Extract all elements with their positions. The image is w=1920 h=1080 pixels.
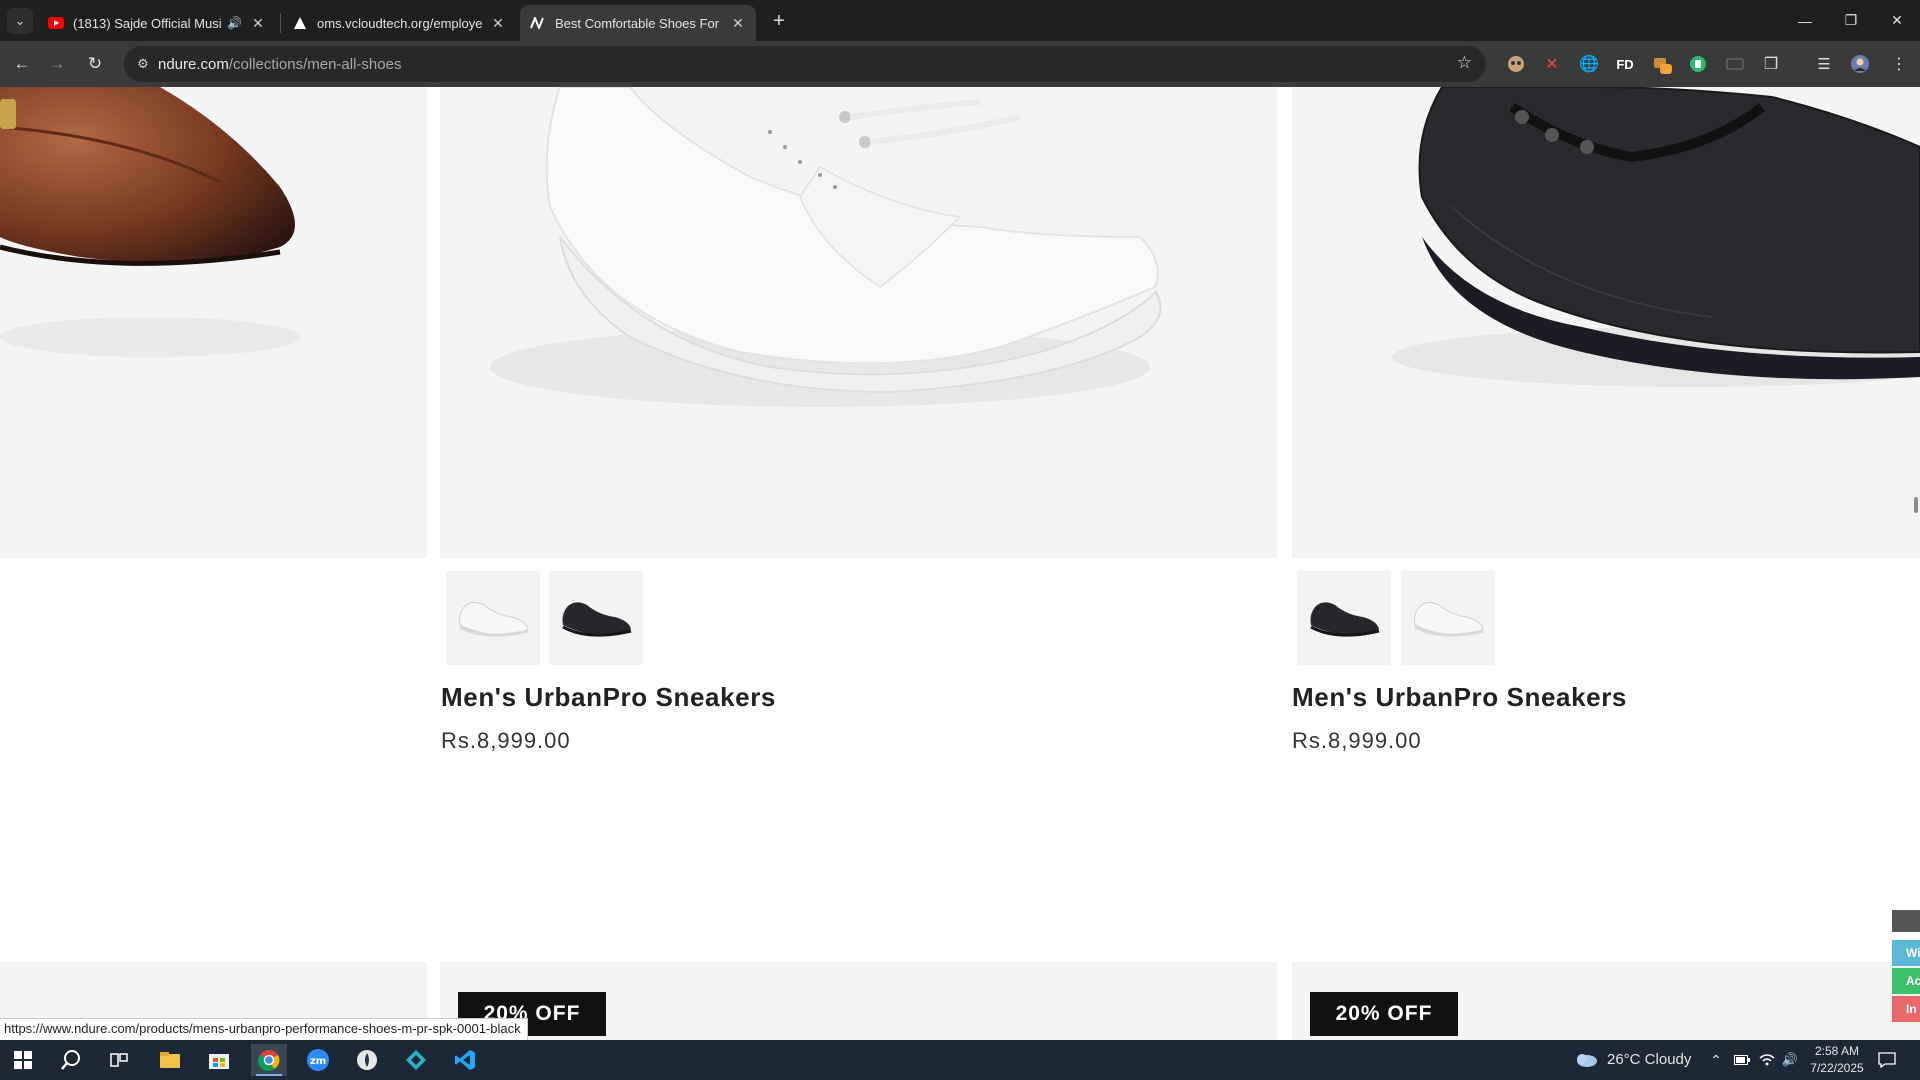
tab-search-button[interactable]: ⌄: [7, 8, 33, 34]
battery-icon[interactable]: [1729, 1044, 1755, 1076]
side-widget-wi[interactable]: Wi: [1892, 940, 1920, 966]
store-icon[interactable]: [201, 1044, 237, 1076]
tab-oms[interactable]: oms.vcloudtech.org/employee ✕: [282, 5, 516, 41]
close-window-icon[interactable]: ✕: [1874, 0, 1920, 41]
product-image-loafer[interactable]: [0, 87, 427, 558]
triangle-logo-icon: [292, 15, 308, 31]
link-status-bar: https://www.ndure.com/products/mens-urba…: [0, 1018, 528, 1040]
youtube-icon: [48, 15, 64, 31]
chevron-up-icon[interactable]: ⌃: [1703, 1044, 1729, 1076]
ndure-logo-icon: [530, 15, 546, 31]
swatch-black[interactable]: [549, 571, 643, 665]
extension-globe-icon[interactable]: 🌐: [1578, 53, 1600, 75]
product-grid: Men's UrbanPro Sneakers Rs.8,999.00 Men'…: [0, 87, 1920, 1040]
file-explorer-icon[interactable]: [152, 1044, 188, 1076]
extension-badge-icon[interactable]: [1651, 53, 1673, 75]
swatch-black[interactable]: [1297, 571, 1391, 665]
reload-icon[interactable]: ↻: [81, 50, 109, 78]
swatch-white[interactable]: [446, 571, 540, 665]
windows-taskbar: zm 26°C Cloudy ⌃ 🔊 2:58 AM 7/22/2025: [0, 1040, 1920, 1080]
page-scrollbar[interactable]: [1914, 497, 1918, 513]
site-info-icon[interactable]: ⚙: [134, 55, 152, 73]
app-diamond-icon[interactable]: [398, 1044, 434, 1076]
address-bar[interactable]: ⚙ ndure.com/collections/men-all-shoes ☆: [124, 46, 1486, 82]
tab-ndure[interactable]: Best Comfortable Shoes For Me ✕: [520, 5, 756, 41]
windows-start-icon[interactable]: [5, 1044, 41, 1076]
search-icon[interactable]: [53, 1044, 89, 1076]
discount-badge: 20% OFF: [1310, 992, 1458, 1036]
notification-center-icon[interactable]: [1870, 1044, 1904, 1076]
profile-avatar[interactable]: [1849, 53, 1871, 75]
side-widget-handle[interactable]: [1892, 910, 1920, 932]
zoom-icon[interactable]: zm: [300, 1044, 336, 1076]
weather-cloud-icon[interactable]: [1571, 1044, 1601, 1076]
product-name[interactable]: Men's UrbanPro Sneakers: [1292, 682, 1627, 713]
bookmark-star-icon[interactable]: ☆: [1457, 53, 1472, 73]
svg-text:zm: zm: [310, 1056, 326, 1067]
clock-date: 7/22/2025: [1810, 1061, 1864, 1075]
wifi-icon[interactable]: [1755, 1044, 1779, 1076]
product-name[interactable]: Men's UrbanPro Sneakers: [441, 682, 776, 713]
extension-green-icon[interactable]: [1687, 53, 1709, 75]
url-text: ndure.com/collections/men-all-shoes: [158, 56, 402, 73]
media-controls-icon[interactable]: ☰: [1813, 53, 1835, 75]
extension-x-icon[interactable]: ✕: [1541, 53, 1563, 75]
extension-face-icon[interactable]: [1505, 53, 1527, 75]
back-icon[interactable]: ←: [8, 50, 36, 78]
tab-strip: ⌄ (1813) Sajde Official Music V 🔊 ✕ oms.…: [0, 0, 1920, 41]
new-tab-button[interactable]: +: [766, 8, 792, 34]
close-tab-icon[interactable]: ✕: [250, 15, 266, 32]
weather-text[interactable]: 26°C Cloudy: [1607, 1051, 1691, 1068]
tab-title: (1813) Sajde Official Music V: [73, 15, 222, 31]
forward-icon[interactable]: →: [43, 50, 71, 78]
side-widget-ac[interactable]: Ac: [1892, 968, 1920, 994]
product-image-white-sneaker[interactable]: [440, 87, 1277, 558]
product-image-black-sneaker[interactable]: [1292, 87, 1920, 558]
task-view-icon[interactable]: [101, 1044, 137, 1076]
extensions-puzzle-icon[interactable]: ❐: [1760, 53, 1782, 75]
extension-fd-icon[interactable]: FD: [1614, 53, 1636, 75]
volume-icon[interactable]: 🔊: [1778, 1044, 1802, 1076]
side-widget-in[interactable]: In: [1892, 996, 1920, 1022]
taskbar-clock[interactable]: 2:58 AM 7/22/2025: [1800, 1043, 1874, 1077]
tab-title: oms.vcloudtech.org/employee: [317, 15, 482, 31]
clock-time: 2:58 AM: [1814, 1044, 1860, 1058]
product-price: Rs.8,999.00: [1292, 728, 1422, 753]
chrome-icon[interactable]: [251, 1044, 287, 1076]
browser-menu-icon[interactable]: ⋮: [1888, 53, 1910, 75]
app-drop-icon[interactable]: [349, 1044, 385, 1076]
restore-icon[interactable]: ❐: [1828, 0, 1874, 41]
tab-title: Best Comfortable Shoes For Me: [555, 15, 722, 31]
minimize-icon[interactable]: —: [1782, 0, 1828, 41]
swatch-white[interactable]: [1401, 571, 1495, 665]
product-price: Rs.8,999.00: [441, 728, 571, 753]
vscode-icon[interactable]: [447, 1044, 483, 1076]
browser-toolbar: ← → ↻ ⚙ ndure.com/collections/men-all-sh…: [0, 41, 1920, 87]
speaker-icon[interactable]: 🔊: [227, 16, 242, 30]
close-tab-icon[interactable]: ✕: [490, 15, 506, 32]
extension-dim-icon[interactable]: [1724, 53, 1746, 75]
tab-youtube[interactable]: (1813) Sajde Official Music V 🔊 ✕: [38, 5, 276, 41]
close-tab-icon[interactable]: ✕: [730, 15, 746, 32]
